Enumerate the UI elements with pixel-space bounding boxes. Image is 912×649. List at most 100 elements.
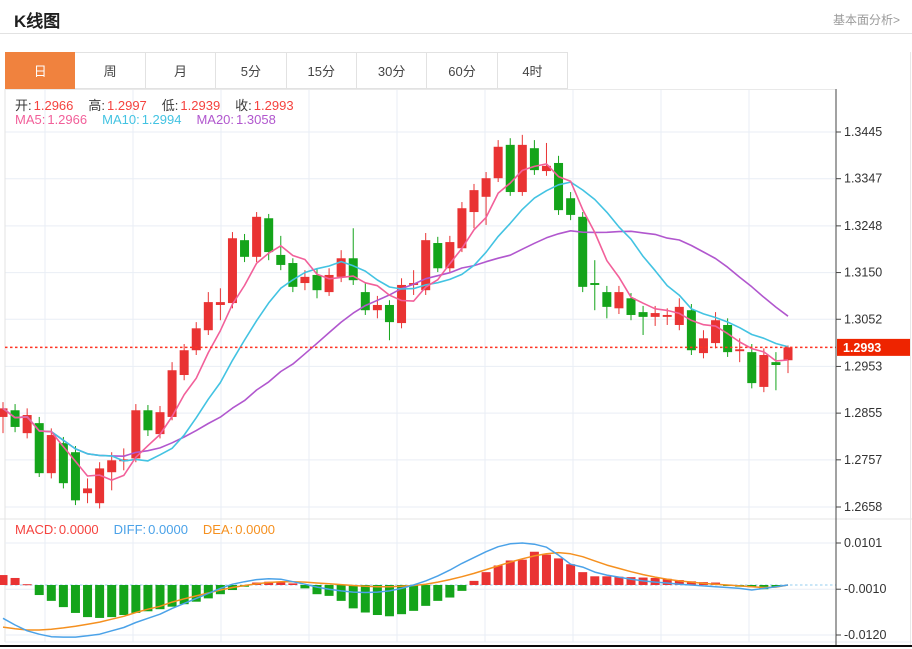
candle-body xyxy=(11,410,20,427)
macd-hist-bar xyxy=(494,565,503,585)
macd-hist-bar xyxy=(349,585,358,608)
macd-legend: MACD:0.0000 DIFF:0.0000 DEA:0.0000 xyxy=(15,522,290,537)
candle-body xyxy=(421,240,430,290)
ma10-value: 1.2994 xyxy=(142,112,182,127)
tab-15min[interactable]: 15分 xyxy=(287,52,357,89)
header-divider xyxy=(0,33,912,34)
tab-month[interactable]: 月 xyxy=(146,52,216,89)
macd-hist-bar xyxy=(11,578,20,585)
candle-body xyxy=(300,277,309,283)
macd-hist-bar xyxy=(518,560,527,585)
tab-week[interactable]: 周 xyxy=(75,52,145,89)
price-axis-label: 1.2953 xyxy=(844,359,882,373)
candle-body xyxy=(602,292,611,307)
macd-hist-bar xyxy=(71,585,80,613)
ma10-line xyxy=(3,182,788,461)
macd-hist-bar xyxy=(131,585,140,613)
macd-hist-bar xyxy=(325,585,334,596)
candle-body xyxy=(313,275,322,290)
high-value: 1.2997 xyxy=(107,98,147,113)
candle-body xyxy=(180,350,189,375)
ma5-label: MA5: xyxy=(15,112,45,127)
candle-body xyxy=(143,410,152,430)
price-axis: 1.34451.33471.32481.31501.30521.29531.28… xyxy=(836,89,911,645)
candle-body xyxy=(494,147,503,178)
candle-body xyxy=(95,468,104,503)
high-label: 高: xyxy=(88,98,105,113)
candle-body xyxy=(71,452,80,500)
price-axis-label: 1.2757 xyxy=(844,453,882,467)
macd-hist-bar xyxy=(59,585,68,607)
macd-hist-bar xyxy=(421,585,430,606)
candle-body xyxy=(590,283,599,285)
diff-value: 0.0000 xyxy=(148,522,188,537)
candle-body xyxy=(518,145,527,192)
candle-body xyxy=(771,362,780,365)
chart-gridlines xyxy=(0,89,912,642)
tab-60min[interactable]: 60分 xyxy=(427,52,497,89)
tab-4hour[interactable]: 4时 xyxy=(498,52,568,89)
price-axis-label: 1.3347 xyxy=(844,172,882,186)
macd-hist-bar xyxy=(457,585,466,591)
ma20-label: MA20: xyxy=(196,112,234,127)
fundamental-analysis-link[interactable]: 基本面分析> xyxy=(833,11,900,28)
price-axis-label: 1.2855 xyxy=(844,406,882,420)
page-bottom-border xyxy=(0,645,912,647)
current-price-badge-label: 1.2993 xyxy=(843,341,881,355)
open-label: 开: xyxy=(15,98,32,113)
macd-hist-bar xyxy=(566,564,575,585)
candle-body xyxy=(566,198,575,215)
tab-30min[interactable]: 30分 xyxy=(357,52,427,89)
macd-hist-bar xyxy=(47,585,56,601)
macd-axis-label: -0.0010 xyxy=(844,582,886,596)
candle-body xyxy=(735,349,744,351)
candle-body xyxy=(784,347,793,360)
tab-5min[interactable]: 5分 xyxy=(216,52,286,89)
candle-body xyxy=(687,310,696,350)
candle-body xyxy=(228,238,237,303)
candle-body xyxy=(747,352,756,383)
macd-hist-bar xyxy=(107,585,116,617)
candle-body xyxy=(639,312,648,317)
macd-value: 0.0000 xyxy=(59,522,99,537)
candle-body xyxy=(699,338,708,353)
candlestick-chart xyxy=(0,135,836,509)
macd-hist-bar xyxy=(590,576,599,585)
macd-hist-bar xyxy=(373,585,382,615)
candle-body xyxy=(252,217,261,257)
panel-right-border xyxy=(910,52,911,645)
macd-hist-bar xyxy=(554,558,563,585)
dea-label: DEA: xyxy=(203,522,233,537)
open-value: 1.2966 xyxy=(34,98,74,113)
ma10-label: MA10: xyxy=(102,112,140,127)
macd-hist-bar xyxy=(337,585,346,601)
macd-hist-bar xyxy=(361,585,370,613)
tab-day[interactable]: 日 xyxy=(5,52,75,89)
price-axis-label: 1.3445 xyxy=(844,125,882,139)
candle-body xyxy=(614,292,623,308)
macd-axis-label: -0.0120 xyxy=(844,628,886,642)
candle-body xyxy=(470,190,479,212)
macd-hist-bar xyxy=(143,585,152,611)
candle-body xyxy=(578,217,587,287)
candle-body xyxy=(288,263,297,287)
candle-body xyxy=(627,298,636,315)
macd-chart xyxy=(0,543,836,637)
macd-hist-bar xyxy=(288,583,297,585)
macd-hist-bar xyxy=(602,576,611,585)
page-title: K线图 xyxy=(14,7,60,32)
candle-body xyxy=(216,302,225,305)
ma-legend: MA5:1.2966 MA10:1.2994 MA20:1.3058 xyxy=(15,112,291,127)
candle-body xyxy=(482,178,491,197)
dea-value: 0.0000 xyxy=(235,522,275,537)
macd-hist-bar xyxy=(445,585,454,598)
candle-body xyxy=(107,460,116,472)
ma5-line xyxy=(3,164,788,480)
ma20-line xyxy=(3,231,788,456)
low-label: 低: xyxy=(162,98,179,113)
macd-hist-bar xyxy=(119,585,128,615)
macd-hist-bar xyxy=(578,572,587,585)
macd-hist-bar xyxy=(542,555,551,585)
price-axis-label: 1.2658 xyxy=(844,500,882,514)
macd-hist-bar xyxy=(409,585,418,611)
